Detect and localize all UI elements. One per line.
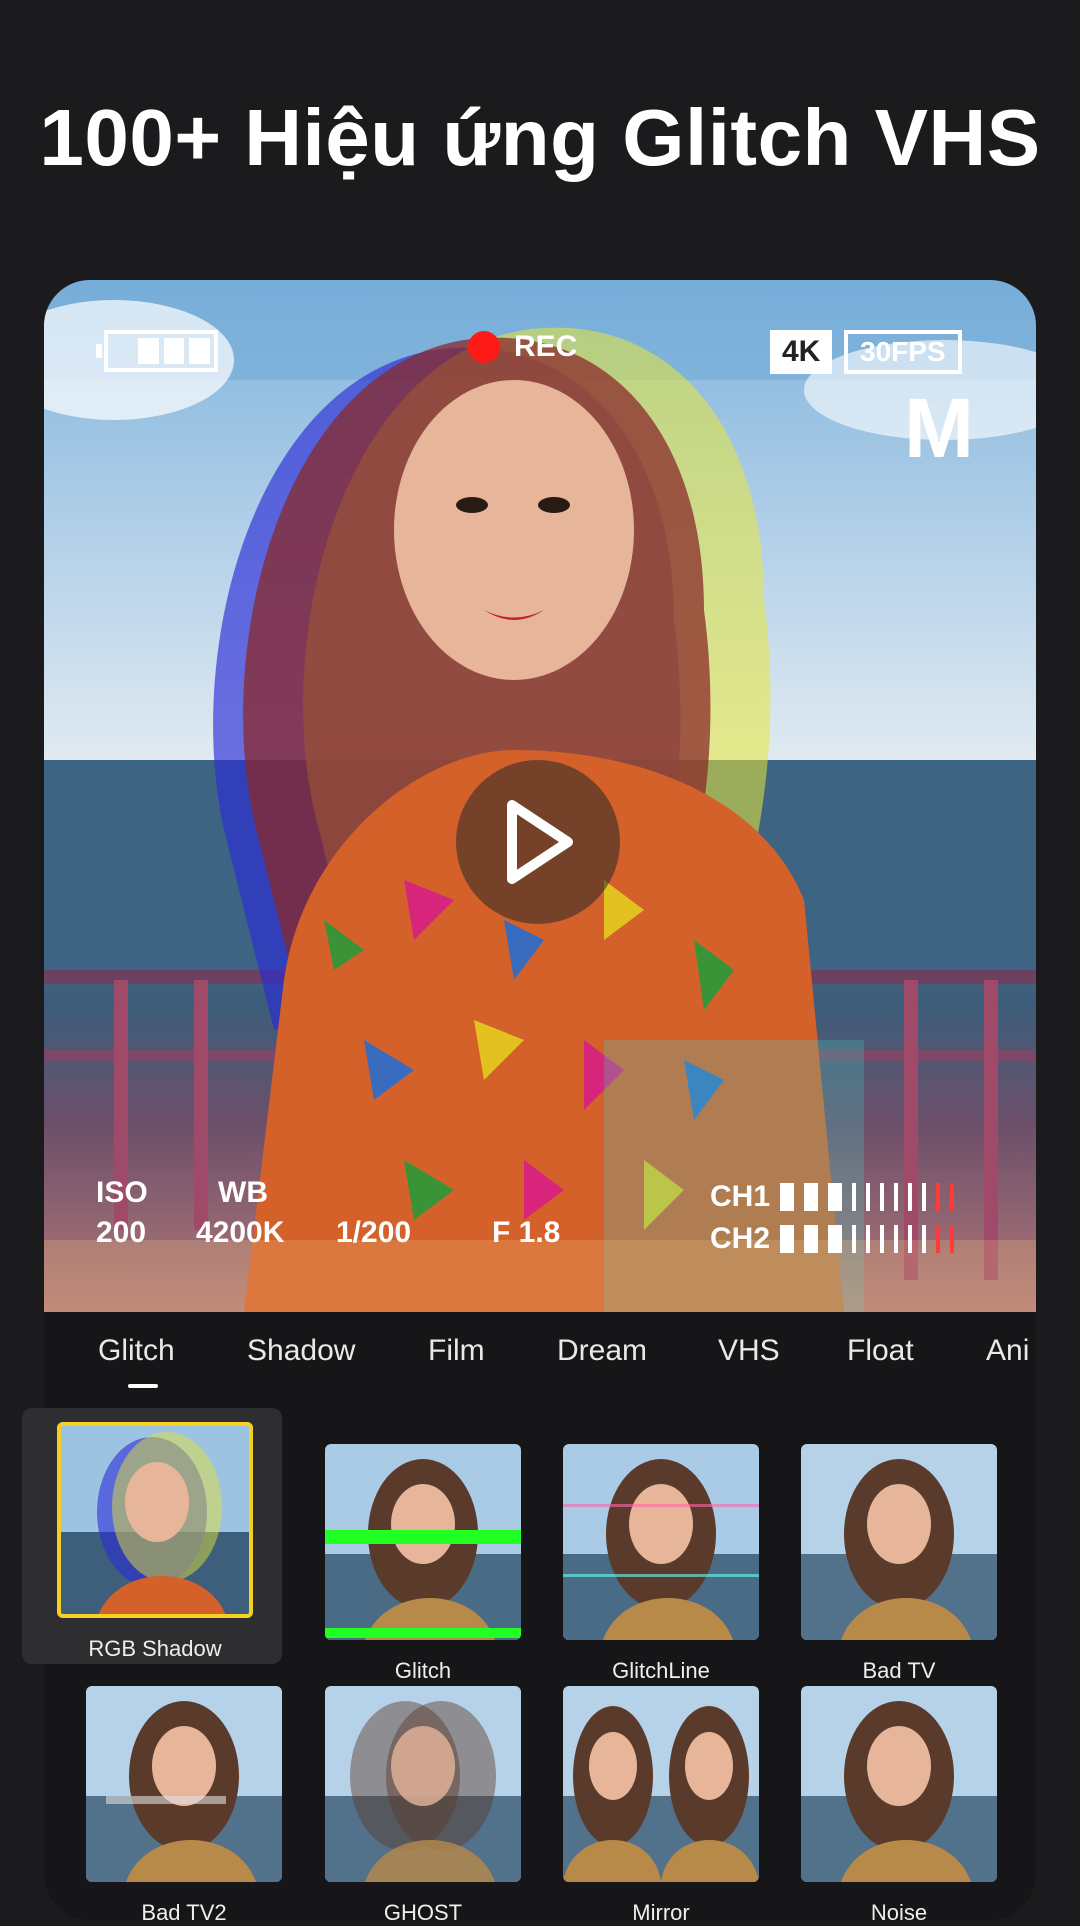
tab-dream[interactable]: Dream (557, 1334, 647, 1368)
channel-level-bars (780, 1183, 955, 1211)
fps-badge: 30FPS (844, 330, 962, 374)
effect-label: Mirror (632, 1900, 690, 1925)
effect-tile-glitch[interactable]: Glitch (325, 1444, 521, 1684)
effect-tile-noise[interactable]: Noise (801, 1686, 997, 1926)
level-bar (866, 1183, 871, 1211)
effect-thumbnail (86, 1686, 282, 1882)
battery-indicator (96, 330, 218, 372)
effect-label: Glitch (394, 1658, 452, 1683)
level-bar (804, 1183, 819, 1211)
level-bar (804, 1225, 819, 1253)
rec-label: REC (514, 330, 578, 363)
level-bar (780, 1183, 795, 1211)
effect-tile-ghost[interactable]: GHOST (325, 1686, 521, 1926)
tab-float[interactable]: Float (847, 1334, 914, 1368)
level-bar (780, 1225, 795, 1253)
wb-label: WB (218, 1176, 268, 1209)
effect-thumbnail (801, 1444, 997, 1640)
iso-value: 200 (96, 1216, 147, 1249)
level-bar (950, 1225, 955, 1253)
effect-thumbnail (563, 1444, 759, 1640)
resolution-badge: 4K (770, 330, 833, 374)
channel-label: CH1 (710, 1180, 771, 1213)
level-bar (866, 1225, 871, 1253)
effect-tile-rgb-shadow[interactable]: RGB Shadow (57, 1422, 253, 1662)
wb-value: 4200K (196, 1216, 285, 1249)
level-bar (894, 1183, 899, 1211)
effect-label: Noise (870, 1900, 928, 1925)
iso-label: ISO (96, 1176, 148, 1209)
effect-thumbnail (325, 1686, 521, 1882)
effect-label: GHOST (383, 1900, 463, 1925)
effect-thumbnail (801, 1686, 997, 1882)
channel-meter: CH2 (710, 1222, 955, 1256)
effect-thumbnail (325, 1444, 521, 1640)
effect-tile-mirror[interactable]: Mirror (563, 1686, 759, 1926)
channel-level-bars (780, 1225, 955, 1253)
battery-cell (163, 338, 185, 364)
tab-film[interactable]: Film (428, 1334, 485, 1368)
tab-shadow[interactable]: Shadow (247, 1334, 355, 1368)
aperture-value: F 1.8 (492, 1216, 561, 1249)
battery-cell (137, 338, 159, 364)
effect-thumbnail (563, 1686, 759, 1882)
level-bar (852, 1183, 857, 1211)
level-bar (950, 1183, 955, 1211)
play-icon (507, 800, 573, 884)
play-button[interactable] (456, 760, 620, 924)
level-bar (828, 1183, 843, 1211)
mode-indicator: M (904, 381, 974, 475)
level-bar (922, 1225, 927, 1253)
level-bar (908, 1183, 913, 1211)
level-bar (852, 1225, 857, 1253)
effect-label: Bad TV2 (141, 1900, 227, 1925)
tab-glitch[interactable]: Glitch (98, 1334, 175, 1368)
effect-category-tabs: Glitch Shadow Film Dream VHS Float Ani (44, 1312, 1036, 1404)
shutter-value: 1/200 (336, 1216, 412, 1249)
channel-meter: CH1 (710, 1180, 955, 1214)
level-bar (936, 1183, 941, 1211)
battery-cell (112, 338, 133, 364)
active-tab-indicator (128, 1384, 158, 1388)
effect-tile-bad-tv2[interactable]: Bad TV2 (86, 1686, 282, 1926)
level-bar (936, 1225, 941, 1253)
effect-label: GlitchLine (612, 1658, 710, 1683)
level-bar (922, 1183, 927, 1211)
effect-tile-bad-tv[interactable]: Bad TV (801, 1444, 997, 1684)
level-bar (880, 1183, 885, 1211)
channel-label: CH2 (710, 1222, 771, 1255)
tab-vhs[interactable]: VHS (718, 1334, 780, 1368)
effect-tile-glitchline[interactable]: GlitchLine (563, 1444, 759, 1684)
level-bar (908, 1225, 913, 1253)
video-preview[interactable]: REC 4K 30FPS M ISO 200 WB 4200K 1/200 F … (44, 280, 1036, 1312)
effect-label: RGB Shadow (88, 1636, 222, 1661)
level-bar (880, 1225, 885, 1253)
rec-dot-icon (468, 331, 500, 363)
headline: 100+ Hiệu ứng Glitch VHS (39, 93, 1041, 182)
level-bar (828, 1225, 843, 1253)
battery-cell (189, 338, 210, 364)
level-bar (894, 1225, 899, 1253)
rec-indicator: REC (468, 330, 577, 364)
tab-ani[interactable]: Ani (986, 1334, 1029, 1368)
effect-thumbnail (57, 1422, 253, 1618)
effect-label: Bad TV (862, 1658, 936, 1683)
